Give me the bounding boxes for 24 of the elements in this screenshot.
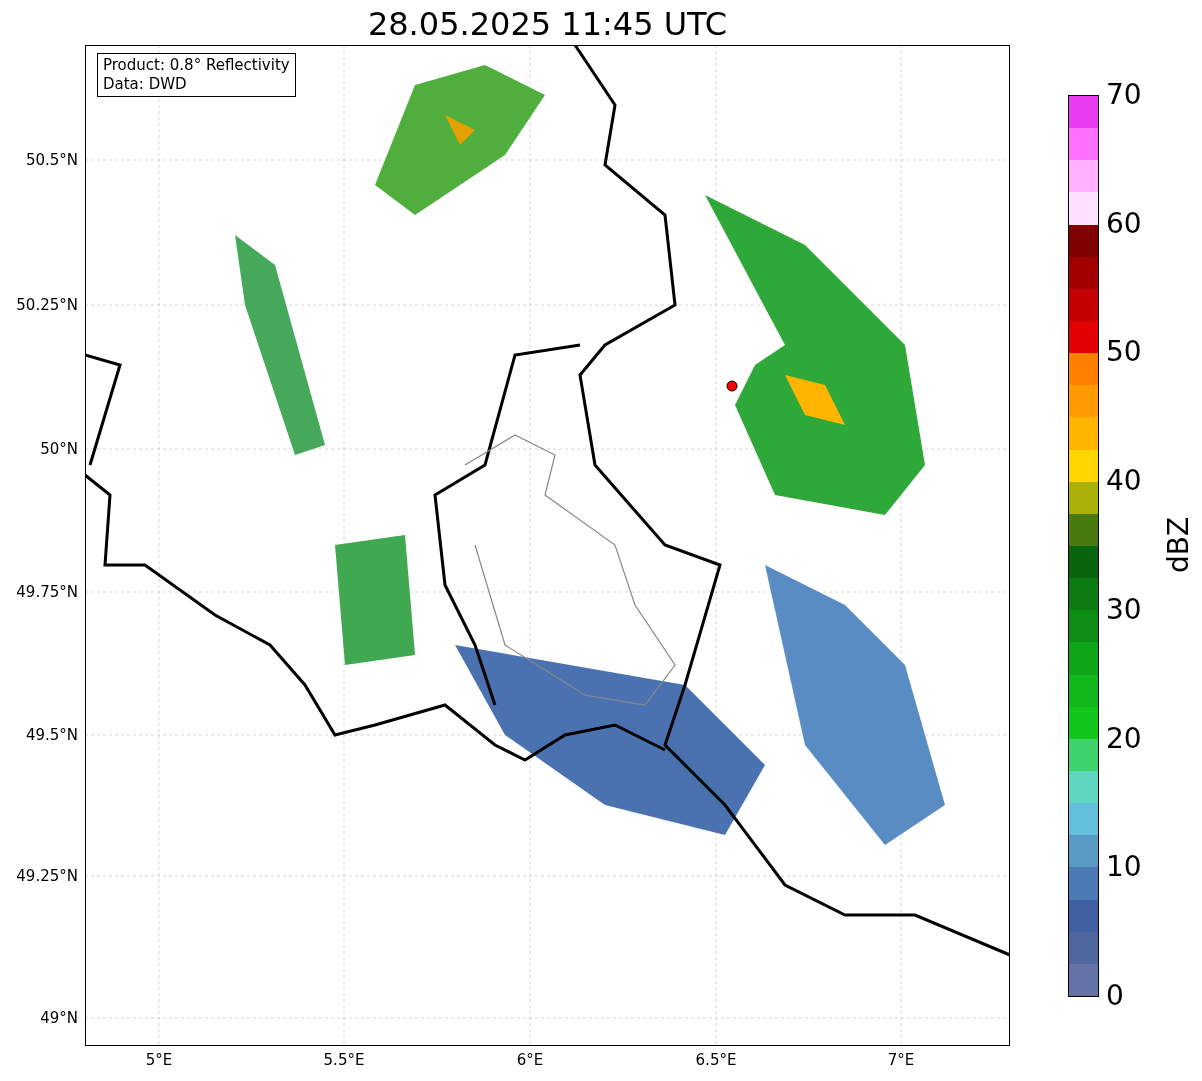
- x-tick-label: 5°E: [144, 1051, 174, 1069]
- colorbar-tick-label: 50: [1106, 336, 1142, 369]
- legend-text: Product: 0.8° Reflectivity: [103, 56, 290, 75]
- colorbar-tick-label: 20: [1106, 722, 1142, 755]
- y-tick-label: 49.75°N: [16, 583, 78, 601]
- colorbar-tick-label: 60: [1106, 207, 1142, 240]
- colorbar-tick-label: 70: [1106, 79, 1142, 111]
- x-tick-label: 7°E: [886, 1051, 916, 1069]
- y-tick-label: 49°N: [40, 1009, 78, 1027]
- y-tick-label: 50°N: [40, 440, 78, 458]
- colorbar-tick-label: 10: [1106, 851, 1142, 884]
- legend-text: Data: DWD: [103, 75, 188, 94]
- colorbar-label: dBZ: [1162, 515, 1196, 576]
- x-tick-label: 6.5°E: [694, 1051, 738, 1069]
- y-tick-label: 50.25°N: [16, 296, 78, 314]
- colorbar-tick-label: 40: [1106, 465, 1142, 498]
- x-tick-label: 5.5°E: [322, 1051, 366, 1069]
- y-tick-label: 49.5°N: [25, 726, 78, 744]
- chart-title: 28.05.2025 11:45 UTC: [366, 4, 729, 44]
- x-tick-label: 6°E: [515, 1051, 545, 1069]
- y-tick-label: 50.5°N: [25, 151, 78, 169]
- colorbar-tick-label: 30: [1106, 593, 1142, 626]
- colorbar-tick-label: 0: [1106, 980, 1124, 1012]
- y-tick-label: 49.25°N: [16, 867, 78, 885]
